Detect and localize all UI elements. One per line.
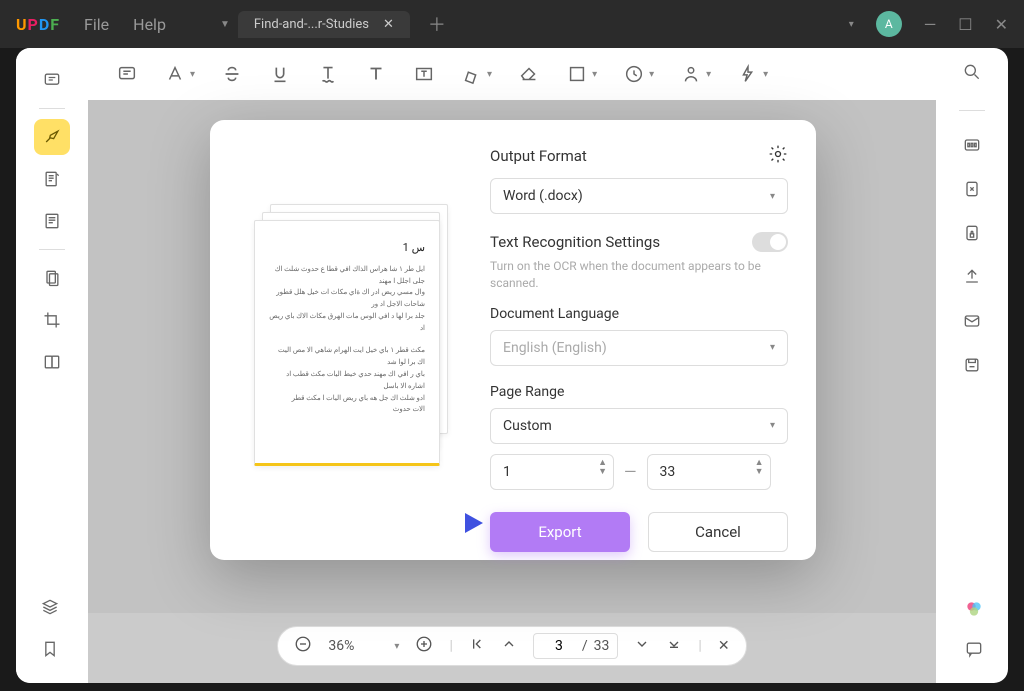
underline-tool[interactable] — [269, 63, 291, 85]
layers-icon[interactable] — [40, 597, 60, 621]
maximize-icon[interactable]: ☐ — [958, 15, 972, 34]
menu-file[interactable]: File — [84, 15, 109, 34]
tab-title: Find-and-...r-Studies — [254, 17, 369, 32]
tab-dropdown-icon[interactable]: ▼ — [220, 19, 230, 30]
cancel-button[interactable]: Cancel — [648, 512, 788, 552]
language-select[interactable]: English (English)▾ — [490, 330, 788, 366]
page-preview: س 1 ايل طر ١ شا هراس الذاك افي قطا ع حدو… — [238, 144, 460, 532]
range-from-input[interactable]: 1 ▲▼ — [490, 454, 614, 490]
text-tool[interactable] — [34, 203, 70, 239]
shape-tool[interactable]: ▾ — [566, 63, 597, 85]
menu-help[interactable]: Help — [133, 15, 166, 34]
app-logo: UPDF — [16, 15, 60, 34]
tab-close-icon[interactable]: ✕ — [383, 17, 394, 32]
ocr-label: Text Recognition Settings — [490, 233, 660, 251]
text-insert-tool[interactable] — [365, 63, 387, 85]
protect-icon[interactable] — [962, 223, 982, 247]
first-page-icon[interactable] — [469, 636, 485, 656]
compare-tool[interactable] — [34, 344, 70, 380]
share-icon[interactable] — [962, 267, 982, 291]
page-range-select[interactable]: Custom▾ — [490, 408, 788, 444]
output-format-label: Output Format — [490, 147, 587, 165]
prev-page-icon[interactable] — [501, 636, 517, 656]
textbox-tool[interactable] — [413, 63, 435, 85]
highlight-a-tool[interactable]: ▾ — [164, 63, 195, 85]
next-page-icon[interactable] — [634, 636, 650, 656]
close-icon[interactable]: ✕ — [995, 15, 1008, 34]
page-tool[interactable] — [34, 260, 70, 296]
range-to-input[interactable]: 33 ▲▼ — [647, 454, 771, 490]
close-pager-icon[interactable]: ✕ — [718, 638, 730, 654]
preview-heading: س 1 — [269, 239, 425, 258]
signature-tool[interactable]: ▾ — [680, 63, 711, 85]
export-button[interactable]: Export — [490, 512, 630, 552]
sticky-note-tool[interactable] — [116, 63, 138, 85]
search-icon[interactable] — [962, 62, 982, 86]
document-tab[interactable]: Find-and-...r-Studies ✕ — [238, 11, 410, 38]
output-format-select[interactable]: Word (.docx)▾ — [490, 178, 788, 214]
strikethrough-tool[interactable] — [221, 63, 243, 85]
bookmark-icon[interactable] — [40, 639, 60, 663]
ai-icon[interactable] — [964, 599, 984, 623]
new-tab-icon[interactable]: ＋ — [418, 11, 446, 37]
email-icon[interactable] — [962, 311, 982, 335]
highlight-tool[interactable] — [34, 119, 70, 155]
save-icon[interactable] — [962, 355, 982, 379]
page-range-label: Page Range — [490, 384, 788, 400]
eraser-tool[interactable] — [518, 63, 540, 85]
page-navigator: 36% ▾ | / 33 | ✕ — [277, 626, 746, 666]
ocr-icon[interactable] — [962, 135, 982, 159]
attach-tool[interactable]: ▾ — [737, 63, 768, 85]
convert-icon[interactable] — [962, 179, 982, 203]
annotation-toolbar: ▾ ▾ ▾ ▾ ▾ ▾ — [88, 48, 936, 100]
ocr-toggle[interactable] — [752, 232, 788, 252]
ocr-hint: Turn on the OCR when the document appear… — [490, 258, 788, 292]
export-dialog: س 1 ايل طر ١ شا هراس الذاك افي قطا ع حدو… — [210, 120, 816, 560]
zoom-out-icon[interactable] — [294, 635, 312, 657]
spin-down-icon[interactable]: ▼ — [755, 468, 764, 477]
spin-down-icon[interactable]: ▼ — [598, 468, 607, 477]
left-tool-rail — [16, 48, 88, 683]
language-label: Document Language — [490, 306, 788, 322]
zoom-value[interactable]: 36% — [328, 638, 378, 654]
pencil-tool[interactable]: ▾ — [461, 63, 492, 85]
right-tool-rail — [936, 48, 1008, 683]
callout-arrow — [415, 505, 485, 544]
note-tool[interactable] — [34, 161, 70, 197]
stamp-tool[interactable]: ▾ — [623, 63, 654, 85]
window-menu-icon[interactable]: ▾ — [849, 19, 854, 30]
zoom-dropdown-icon[interactable]: ▾ — [394, 641, 399, 652]
gear-icon[interactable] — [768, 144, 788, 168]
crop-tool[interactable] — [34, 302, 70, 338]
current-page-input[interactable] — [542, 638, 576, 654]
page-separator: / — [582, 638, 588, 654]
zoom-in-icon[interactable] — [415, 635, 433, 657]
total-pages: 33 — [594, 638, 610, 654]
minimize-icon[interactable]: — — [924, 15, 937, 34]
avatar[interactable]: A — [876, 11, 902, 37]
comment-tool[interactable] — [34, 62, 70, 98]
squiggly-tool[interactable] — [317, 63, 339, 85]
last-page-icon[interactable] — [666, 636, 682, 656]
feedback-icon[interactable] — [964, 639, 984, 663]
range-dash: — — [624, 462, 637, 481]
